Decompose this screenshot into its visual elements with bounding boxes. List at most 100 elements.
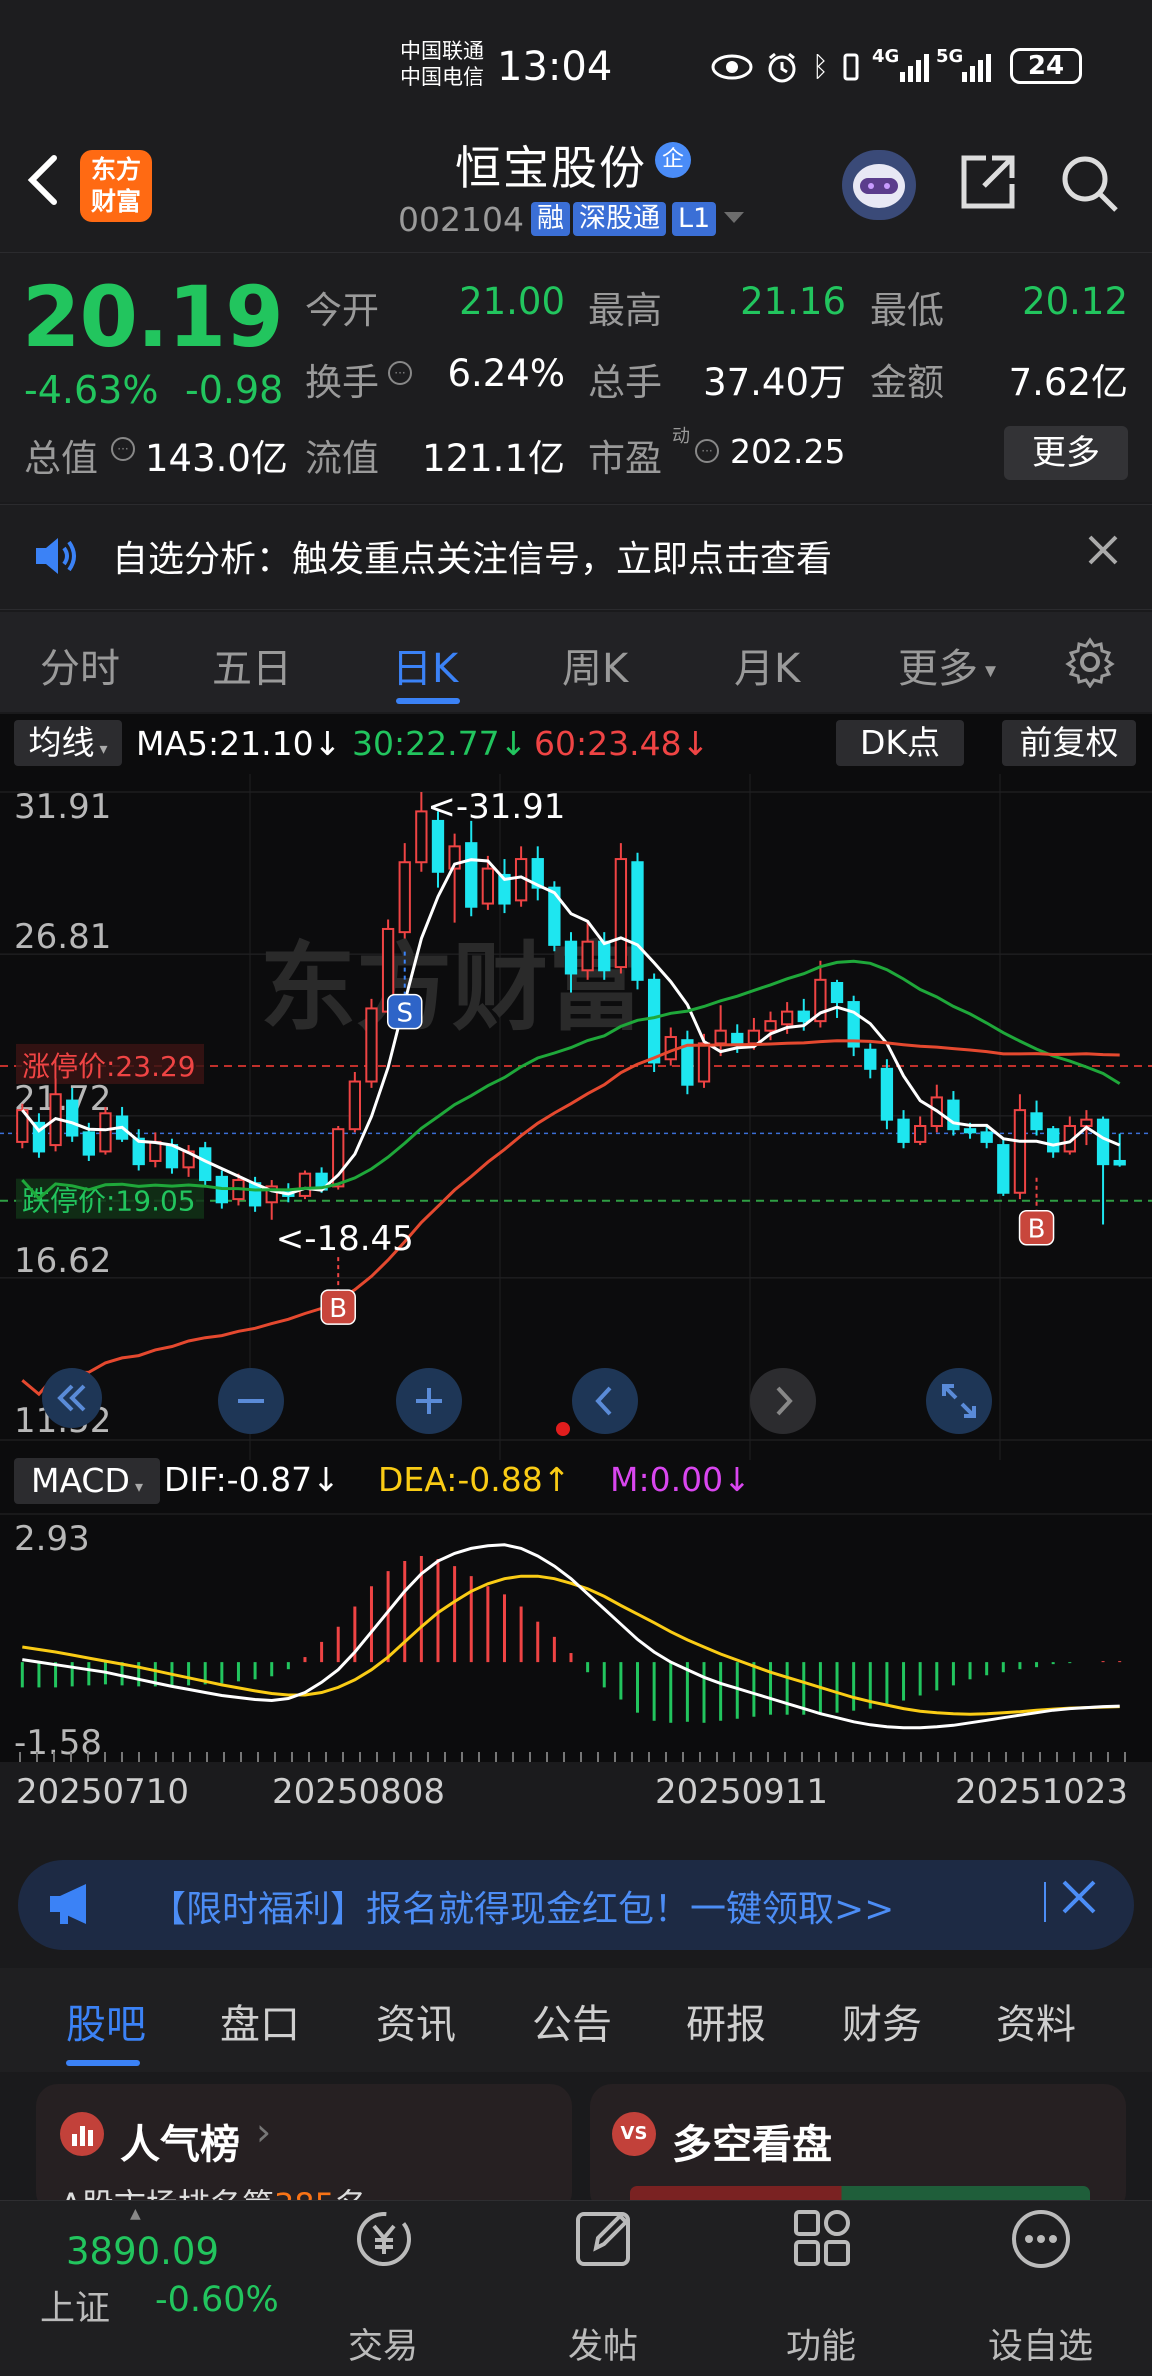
candle-body — [149, 1140, 162, 1162]
index-change[interactable]: -0.60% — [155, 2280, 279, 2320]
dea-value: DEA:-0.88↑ — [378, 1460, 570, 1499]
macd-indicator-selector[interactable]: MACD ▾ — [14, 1458, 160, 1504]
more-quote-button[interactable]: 更多 — [1004, 426, 1128, 480]
share-button[interactable] — [958, 152, 1018, 212]
float-value-label: 流值 — [305, 437, 379, 480]
macd-y-tick: 2.93 — [14, 1519, 90, 1559]
nav-functions[interactable]: 功能 — [786, 2318, 856, 2369]
tab-five-day[interactable]: 五日 — [212, 636, 292, 694]
high-label: 最高 — [588, 289, 662, 332]
back-button[interactable] — [22, 150, 62, 220]
dk-point-label: DK点 — [859, 723, 941, 762]
close-alert-button[interactable] — [1086, 532, 1120, 576]
fullscreen-button[interactable] — [926, 1368, 992, 1434]
app-logo-line2: 财富 — [90, 187, 141, 216]
index-value[interactable]: 3890.09 — [66, 2230, 219, 2273]
ma30-label: 30:22.77 — [352, 724, 500, 763]
dif-line — [22, 1543, 1120, 1730]
more-dots-icon[interactable] — [1008, 2206, 1074, 2276]
candle-body — [830, 981, 844, 1004]
tab-orderbook[interactable]: 盘口 — [220, 1992, 300, 2050]
chevron-left-icon — [595, 1386, 612, 1416]
index-name[interactable]: 上证 — [40, 2280, 110, 2331]
chevron-left-icon — [27, 155, 57, 205]
vs-icon: VS — [612, 2112, 656, 2156]
macd-chart[interactable]: 2.93-1.58 — [0, 1504, 1152, 1762]
expand-icon — [942, 1384, 976, 1418]
scroll-start-button[interactable] — [42, 1368, 102, 1428]
info-icon[interactable]: ··· — [694, 438, 720, 468]
tab-intraday[interactable]: 分时 — [40, 636, 120, 694]
svg-text:···: ··· — [117, 442, 128, 456]
candle-body — [631, 861, 644, 981]
pe-superscript: 动 — [672, 426, 690, 447]
bull-bear-gauge — [630, 2186, 1090, 2200]
total-value: 143.0亿 — [145, 437, 288, 480]
tab-weekly-k[interactable]: 周K — [562, 636, 628, 694]
gear-icon — [1065, 637, 1115, 689]
ma60-value: 60:23.48↓ — [534, 724, 709, 763]
net-type-1: 4G — [872, 46, 900, 67]
svg-text:···: ··· — [701, 444, 712, 458]
candle-body — [731, 1032, 744, 1045]
app-logo-line1: 东方 — [90, 155, 141, 184]
arrow-down-icon: ↓ — [312, 1460, 340, 1499]
candle-body — [415, 810, 428, 864]
adjust-button[interactable]: 前复权 — [1002, 720, 1136, 766]
promo-text[interactable]: 【限时福利】报名就得现金红包！一键领取>> — [150, 1880, 894, 1932]
tab-daily-k[interactable]: 日K — [392, 636, 458, 694]
tab-monthly-k[interactable]: 月K — [734, 636, 800, 694]
tab-forum[interactable]: 股吧 — [66, 1992, 146, 2050]
zoom-out-button[interactable] — [218, 1368, 284, 1434]
dk-point-button[interactable]: DK点 — [836, 720, 964, 766]
yen-exchange-icon[interactable] — [350, 2206, 418, 2276]
low-annotation: <-18.45 — [276, 1219, 414, 1259]
carrier-1: 中国联通 — [400, 39, 484, 63]
plus-icon — [416, 1388, 442, 1414]
info-icon[interactable]: ··· — [387, 360, 413, 390]
settings-button[interactable] — [1064, 636, 1116, 692]
scroll-left-button[interactable] — [572, 1368, 638, 1434]
ma5-label: MA5:21.10 — [136, 724, 314, 763]
popularity-icon — [60, 2112, 104, 2156]
tab-more[interactable]: 更多 ▾ — [898, 636, 996, 694]
tab-announcements[interactable]: 公告 — [532, 1992, 612, 2050]
nav-post[interactable]: 发帖 — [568, 2318, 638, 2369]
search-button[interactable] — [1058, 152, 1120, 214]
edit-icon[interactable] — [572, 2206, 636, 2274]
grid-icon[interactable] — [790, 2206, 854, 2274]
dropdown-icon[interactable] — [722, 210, 746, 230]
close-promo-button[interactable] — [1060, 1878, 1098, 1926]
m-value: M:0.00↓ — [610, 1460, 751, 1499]
candle-body — [1013, 1109, 1027, 1194]
ai-assistant-button[interactable] — [842, 150, 916, 220]
tab-profile[interactable]: 资料 — [996, 1992, 1076, 2050]
y-tick-label: 16.62 — [14, 1241, 111, 1281]
double-chevron-left-icon — [57, 1384, 86, 1412]
candle-body — [664, 1036, 677, 1061]
candlestick-chart[interactable]: 31.9126.8121.7216.6211.52东方财富涨停价:23.29跌停… — [0, 774, 1152, 1460]
chevron-right-icon: › — [256, 2110, 272, 2154]
info-icon[interactable]: ··· — [110, 436, 136, 466]
tab-news[interactable]: 资讯 — [376, 1992, 456, 2050]
nav-add-watchlist[interactable]: 设自选 — [988, 2318, 1093, 2369]
ma-indicator-label: 均线 — [28, 723, 95, 762]
status-time: 13:04 — [497, 44, 613, 90]
alert-text[interactable]: 自选分析：触发重点关注信号，立即点击查看 — [112, 530, 832, 582]
tab-research[interactable]: 研报 — [686, 1992, 766, 2050]
scroll-right-button[interactable] — [750, 1368, 816, 1434]
pe-value: 202.25 — [730, 432, 846, 471]
tag-connect: 深股通 — [573, 202, 666, 236]
nav-trade[interactable]: 交易 — [348, 2318, 418, 2369]
marker-label: S — [396, 999, 413, 1029]
zoom-in-button[interactable] — [396, 1368, 462, 1434]
candle-body — [714, 1029, 727, 1045]
app-logo[interactable]: 东方 财富 — [80, 150, 152, 222]
date-label-1: 20250710 — [16, 1772, 190, 1812]
ma-indicator-selector[interactable]: 均线 ▾ — [14, 720, 122, 766]
megaphone-icon — [46, 1880, 98, 1932]
signal-icon — [900, 52, 930, 86]
candle-body — [697, 1042, 711, 1083]
search-icon — [1062, 156, 1118, 212]
tab-financials[interactable]: 财务 — [842, 1992, 922, 2050]
